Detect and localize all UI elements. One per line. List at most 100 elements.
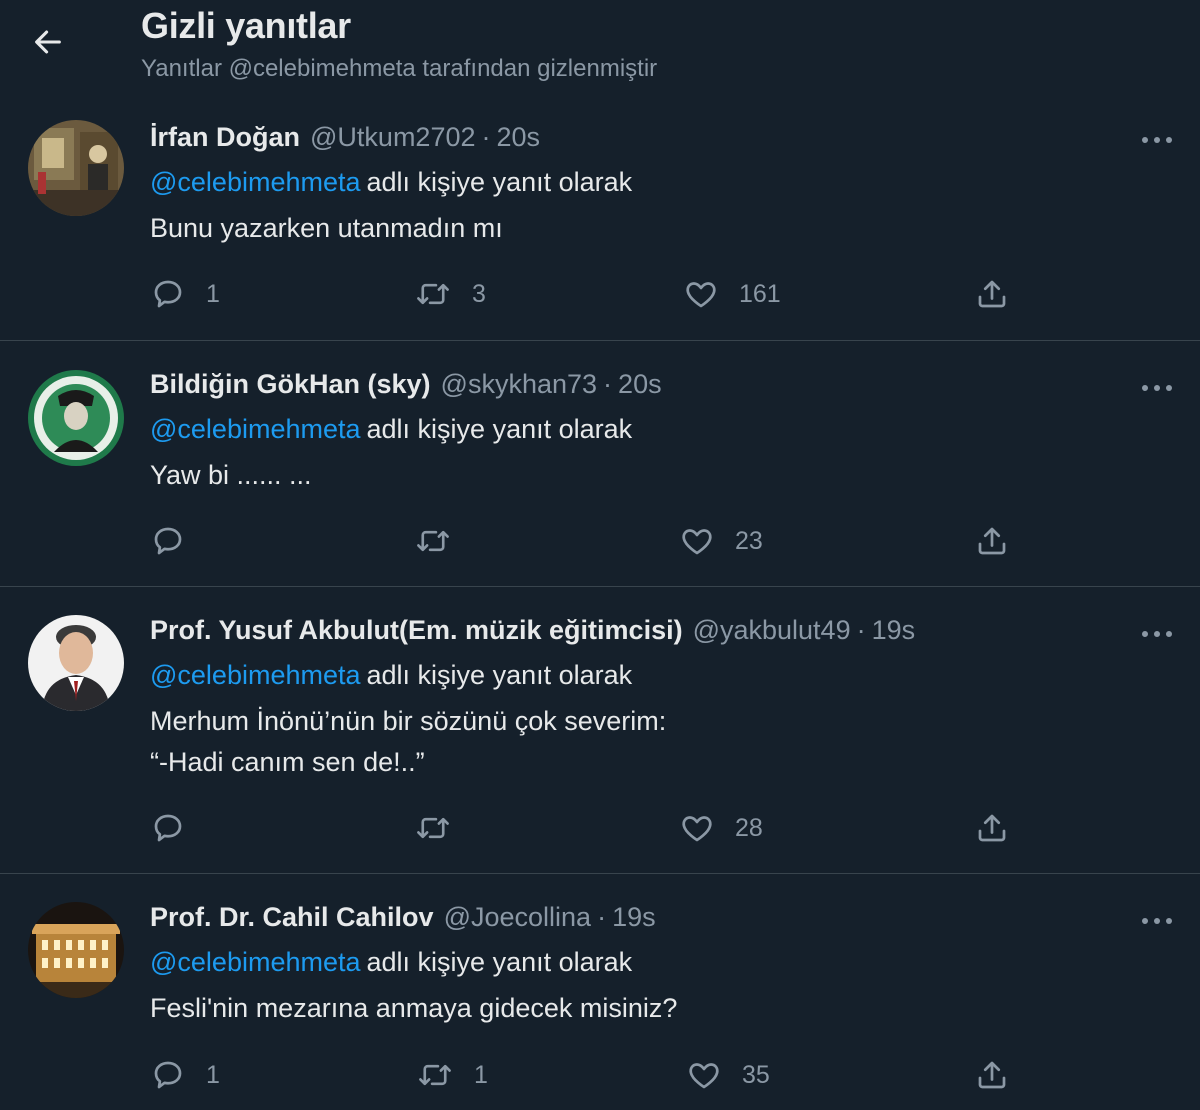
reply-count: 1 xyxy=(206,279,220,308)
tweet-header: İrfan Doğan @Utkum2702 · 20s xyxy=(150,122,540,153)
retweet-button[interactable]: 3 xyxy=(414,276,486,312)
reply-context-text: adlı kişiye yanıt olarak xyxy=(366,414,633,444)
reply-bubble-icon xyxy=(154,280,182,308)
more-horizontal-icon xyxy=(1142,631,1172,637)
retweet-icon xyxy=(419,1064,451,1086)
reply-button[interactable] xyxy=(150,523,206,559)
like-count: 35 xyxy=(742,1060,770,1089)
author-name[interactable]: Bildiğin GökHan (sky) xyxy=(150,369,431,400)
like-count: 28 xyxy=(735,813,763,842)
separator-dot: · xyxy=(481,122,491,152)
reply-bubble-icon xyxy=(154,814,182,842)
avatar[interactable] xyxy=(28,615,124,711)
tweet-text-line: Fesli'nin mezarına anmaya gidecek misini… xyxy=(150,993,678,1023)
timestamp[interactable]: 20s xyxy=(497,122,541,153)
tweet-text-line: Merhum İnönü’nün bir sözünü çok severim: xyxy=(150,706,667,736)
tweet[interactable]: Bildiğin GökHan (sky) @skykhan73 · 20s @… xyxy=(0,340,1200,586)
share-button[interactable] xyxy=(974,276,1010,312)
author-handle[interactable]: @yakbulut49 xyxy=(693,615,851,646)
more-horizontal-icon xyxy=(1142,137,1172,143)
retweet-button[interactable]: 1 xyxy=(416,1057,488,1093)
retweet-count: 1 xyxy=(474,1060,488,1089)
page-subtitle: Yanıtlar @celebimehmeta tarafından gizle… xyxy=(141,55,658,82)
separator-dot: · xyxy=(856,615,866,645)
reply-context-text: adlı kişiye yanıt olarak xyxy=(366,167,633,197)
page-header: Gizli yanıtlar Yanıtlar @celebimehmeta t… xyxy=(0,0,1200,110)
more-horizontal-icon xyxy=(1142,918,1172,924)
heart-icon xyxy=(682,816,712,842)
share-upload-icon xyxy=(978,527,1006,555)
avatar-image xyxy=(28,902,124,998)
retweet-button[interactable] xyxy=(414,810,472,846)
author-name[interactable]: Prof. Dr. Cahil Cahilov xyxy=(150,902,434,933)
mention-link[interactable]: @celebimehmeta xyxy=(150,167,361,197)
author-handle[interactable]: @Utkum2702 xyxy=(310,122,475,153)
tweet-header: Bildiğin GökHan (sky) @skykhan73 · 20s xyxy=(150,369,662,400)
mention-link[interactable]: @celebimehmeta xyxy=(150,947,361,977)
tweet-text: Fesli'nin mezarına anmaya gidecek misini… xyxy=(150,988,677,1029)
back-button[interactable] xyxy=(28,22,68,62)
avatar[interactable] xyxy=(28,370,124,466)
tweet[interactable]: Prof. Yusuf Akbulut(Em. müzik eğitimcisi… xyxy=(0,586,1200,873)
tweet[interactable]: Prof. Dr. Cahil Cahilov @Joecollina · 19… xyxy=(0,873,1200,1110)
mention-link[interactable]: @celebimehmeta xyxy=(150,414,361,444)
like-button[interactable]: 161 xyxy=(683,276,781,312)
share-button[interactable] xyxy=(974,523,1010,559)
share-button[interactable] xyxy=(974,810,1010,846)
tweet-text: Yaw bi ...... ... xyxy=(150,455,312,496)
separator-dot: · xyxy=(597,902,607,932)
timestamp[interactable]: 19s xyxy=(872,615,916,646)
page-title: Gizli yanıtlar xyxy=(141,5,351,46)
reply-context: @celebimehmeta adlı kişiye yanıt olarak xyxy=(150,167,632,198)
separator-dot: · xyxy=(603,369,613,399)
like-count: 23 xyxy=(735,526,763,555)
like-button[interactable]: 35 xyxy=(686,1057,770,1093)
avatar-image xyxy=(28,615,124,711)
tweet-header: Prof. Dr. Cahil Cahilov @Joecollina · 19… xyxy=(150,902,656,933)
avatar-image xyxy=(28,120,124,216)
reply-context: @celebimehmeta adlı kişiye yanıt olarak xyxy=(150,947,632,978)
more-button[interactable] xyxy=(1137,622,1177,646)
more-button[interactable] xyxy=(1137,128,1177,152)
timestamp[interactable]: 19s xyxy=(612,902,656,933)
more-button[interactable] xyxy=(1137,909,1177,933)
timestamp[interactable]: 20s xyxy=(618,369,662,400)
author-handle[interactable]: @Joecollina xyxy=(444,902,592,933)
avatar[interactable] xyxy=(28,120,124,216)
tweet[interactable]: İrfan Doğan @Utkum2702 · 20s @celebimehm… xyxy=(0,110,1200,340)
reply-context: @celebimehmeta adlı kişiye yanıt olarak xyxy=(150,414,632,445)
share-upload-icon xyxy=(978,814,1006,842)
tweet-text-line: Yaw bi ...... ... xyxy=(150,460,312,490)
share-upload-icon xyxy=(978,280,1006,308)
retweet-icon xyxy=(417,530,449,552)
reply-bubble-icon xyxy=(154,527,182,555)
reply-button[interactable] xyxy=(150,810,206,846)
tweet-text: Bunu yazarken utanmadın mı xyxy=(150,208,503,249)
like-count: 161 xyxy=(739,279,781,308)
author-name[interactable]: Prof. Yusuf Akbulut(Em. müzik eğitimcisi… xyxy=(150,615,683,646)
more-button[interactable] xyxy=(1137,376,1177,400)
like-button[interactable]: 28 xyxy=(679,810,763,846)
heart-icon xyxy=(682,529,712,555)
tweet-text-line: “-Hadi canım sen de!..” xyxy=(150,747,425,777)
share-button[interactable] xyxy=(974,1057,1010,1093)
reply-button[interactable]: 1 xyxy=(150,276,220,312)
tweet-text: Merhum İnönü’nün bir sözünü çok severim:… xyxy=(150,701,666,783)
tweet-header: Prof. Yusuf Akbulut(Em. müzik eğitimcisi… xyxy=(150,615,915,646)
reply-count: 1 xyxy=(206,1060,220,1089)
author-name[interactable]: İrfan Doğan xyxy=(150,122,300,153)
mention-link[interactable]: @celebimehmeta xyxy=(150,660,361,690)
heart-icon xyxy=(689,1063,719,1089)
reply-context-text: adlı kişiye yanıt olarak xyxy=(366,660,633,690)
author-handle[interactable]: @skykhan73 xyxy=(441,369,598,400)
more-horizontal-icon xyxy=(1142,385,1172,391)
arrow-left-icon xyxy=(35,30,61,54)
like-button[interactable]: 23 xyxy=(679,523,763,559)
reply-button[interactable]: 1 xyxy=(150,1057,220,1093)
avatar[interactable] xyxy=(28,902,124,998)
reply-context-text: adlı kişiye yanıt olarak xyxy=(366,947,633,977)
retweet-icon xyxy=(417,283,449,305)
retweet-button[interactable] xyxy=(414,523,472,559)
retweet-icon xyxy=(417,817,449,839)
reply-context: @celebimehmeta adlı kişiye yanıt olarak xyxy=(150,660,632,691)
